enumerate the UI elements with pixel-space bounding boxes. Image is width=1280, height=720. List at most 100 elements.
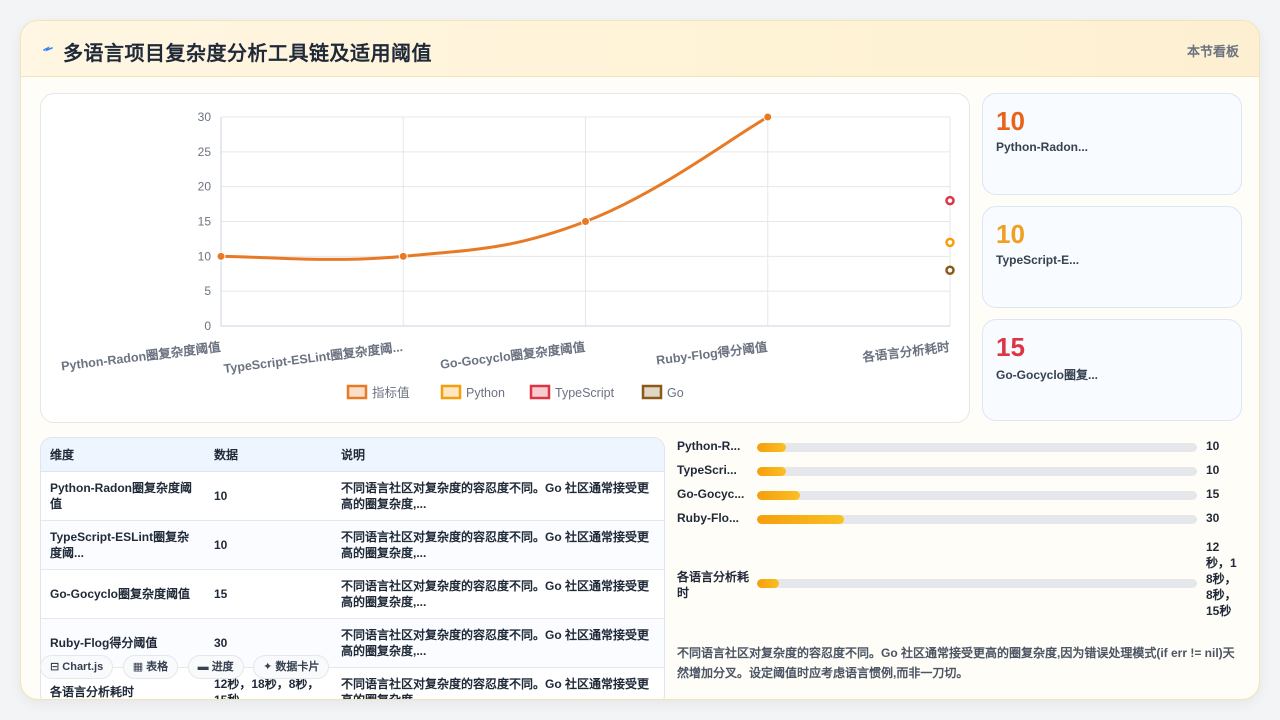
x-tick-label: 各语言分析耗时 [861, 339, 951, 365]
y-tick-label: 15 [198, 215, 212, 229]
table-row[interactable]: TypeScript-ESLint圈复杂度阈... 10 不同语言社区对复杂度的… [41, 520, 664, 570]
progress-track [757, 467, 1197, 476]
progress-row: TypeScri... 10 [677, 461, 1247, 481]
data-point-go [945, 265, 955, 276]
line-chart: 051015202530Python-Radon圈复杂度阈值 TypeScript… [60, 110, 955, 400]
kpi-card-typescript: 10 TypeScript-E... [982, 206, 1242, 308]
section-badge[interactable]: 本节看板 [1187, 41, 1239, 60]
progress-icon: ▬ [197, 661, 209, 673]
progress-label: Python-R... [677, 439, 741, 453]
data-point-python [945, 237, 955, 248]
cell-data: 15 [205, 569, 332, 619]
progress-row: Ruby-Flo... 30 [677, 509, 1247, 529]
progress-label: TypeScri... [677, 463, 737, 477]
lightning-icon [43, 46, 53, 52]
kpi-card-python: 10 Python-Radon... [982, 93, 1242, 195]
chart-icon: ⊟ [50, 661, 60, 673]
data-point [398, 251, 408, 261]
progress-row: Go-Gocyc... 15 [677, 485, 1247, 505]
header-bar: 多语言项目复杂度分析工具链及适用阈值 本节看板 [21, 21, 1259, 77]
dashboard-board: 多语言项目复杂度分析工具链及适用阈值 本节看板 0 5 10 15 20 25 30 Pyth… [20, 20, 1260, 700]
kpi-label: Python-Radon... [996, 140, 1088, 154]
progress-fill [757, 515, 844, 524]
data-point [581, 217, 590, 226]
kpi-value: 10 [996, 106, 1025, 136]
legend-label: Go [667, 386, 684, 400]
cell-data: 10 [205, 471, 332, 521]
x-tick-label: TypeScript-ESLint圈复杂度阈... [223, 339, 404, 376]
cell-dimension: Python-Radon圈复杂度阈值 [41, 471, 205, 521]
progress-value: 12秒，18秒，8秒，15秒 [1206, 540, 1237, 618]
cell-dimension: TypeScript-ESLint圈复杂度阈... [41, 520, 205, 570]
progress-track [757, 491, 1197, 500]
table-header-row: 维度 数据 说明 [41, 438, 664, 472]
cell-description: 不同语言社区对复杂度的容忍度不同。Go 社区通常接受更高的圈复杂度,... [332, 618, 664, 668]
x-tick-label: Ruby-Flog得分阈值 [655, 339, 768, 368]
cell-description: 不同语言社区对复杂度的容忍度不同。Go 社区通常接受更高的圈复杂度,... [332, 520, 664, 570]
legend-label: 指标值 [372, 385, 410, 400]
view-tabs: ⊟ Chart.js ▦ 表格 ▬ 进度 ✦ 数据卡片 [40, 655, 334, 679]
column-header-data[interactable]: 数据 [205, 438, 332, 472]
progress-track [757, 515, 1197, 524]
tab-label: Chart.js [62, 661, 104, 673]
series-line-indicator [220, 115, 769, 261]
progress-value: 15 [1206, 487, 1220, 501]
progress-fill [757, 467, 787, 476]
legend-swatch [440, 384, 462, 400]
cell-description: 不同语言社区对复杂度的容忍度不同。Go 社区通常接受更高的圈复杂度,... [332, 471, 664, 521]
y-tick-label: 5 [204, 284, 211, 298]
data-point [216, 251, 226, 261]
tab-data-cards[interactable]: ✦ 数据卡片 [253, 655, 330, 679]
legend-swatch [641, 384, 663, 400]
sparkle-icon: ✦ [263, 661, 273, 673]
tab-chartjs[interactable]: ⊟ Chart.js [40, 655, 114, 679]
progress-value: 10 [1206, 439, 1220, 453]
cell-dimension: Go-Gocyclo圈复杂度阈值 [41, 569, 205, 619]
progress-track [757, 579, 1197, 588]
progress-fill [757, 443, 787, 452]
tab-table[interactable]: ▦ 表格 [122, 655, 179, 679]
tab-progress[interactable]: ▬ 进度 [187, 655, 244, 679]
cell-data: 10 [205, 520, 332, 570]
kpi-value: 10 [996, 219, 1025, 249]
column-header-description[interactable]: 说明 [332, 438, 664, 472]
cell-description: 不同语言社区对复杂度的容忍度不同。Go 社区通常接受更高的圈复杂度,... [332, 667, 664, 699]
y-tick-label: 10 [198, 249, 212, 263]
tab-label: 数据卡片 [275, 661, 320, 673]
page-title: 多语言项目复杂度分析工具链及适用阈值 [63, 43, 432, 65]
column-header-dimension[interactable]: 维度 [41, 438, 205, 472]
line-chart-card: 0 5 10 15 20 25 30 Python-Radon圈复杂度阈值 TypeScript… [40, 93, 970, 423]
y-tick-label: 30 [198, 110, 212, 124]
kpi-label: Go-Gocyclo圈复... [996, 368, 1099, 382]
table-row[interactable]: Go-Gocyclo圈复杂度阈值 15 不同语言社区对复杂度的容忍度不同。Go … [41, 569, 664, 619]
progress-value: 10 [1206, 463, 1220, 477]
progress-track [757, 443, 1197, 452]
legend-label: Python [466, 386, 505, 400]
x-tick-label: Go-Gocyclo圈复杂度阈值 [439, 339, 586, 372]
progress-fill [757, 491, 800, 500]
tab-label: 表格 [146, 661, 169, 673]
legend-label: TypeScript [555, 386, 615, 400]
legend-swatch [346, 384, 368, 400]
y-tick-label: 20 [198, 180, 212, 194]
table-icon: ▦ [132, 661, 144, 673]
y-tick-label: 25 [198, 145, 212, 159]
data-point-typescript [945, 195, 955, 206]
y-tick-label: 0 [204, 319, 211, 333]
kpi-label: TypeScript-E... [996, 253, 1080, 267]
table-row[interactable]: Python-Radon圈复杂度阈值 10 不同语言社区对复杂度的容忍度不同。G… [41, 471, 664, 521]
progress-value: 30 [1206, 511, 1220, 525]
progress-row: 各语言分析耗时 12秒，18秒，8秒，15秒 [677, 539, 1247, 629]
progress-label: 各语言分析耗时 [677, 570, 749, 600]
progress-label: Ruby-Flo... [677, 511, 739, 525]
progress-label: Go-Gocyc... [677, 487, 745, 501]
insight-note: 不同语言社区对复杂度的容忍度不同。Go 社区通常接受更高的圈复杂度,因为错误处理… [677, 646, 1235, 680]
data-point [763, 112, 773, 122]
cell-description: 不同语言社区对复杂度的容忍度不同。Go 社区通常接受更高的圈复杂度,... [332, 569, 664, 619]
kpi-value: 15 [996, 332, 1025, 362]
kpi-card-go: 15 Go-Gocyclo圈复... [982, 319, 1242, 421]
progress-row: Python-R... 10 [677, 437, 1247, 457]
legend-swatch [529, 384, 551, 400]
tab-label: 进度 [211, 661, 234, 673]
progress-fill [757, 579, 779, 588]
